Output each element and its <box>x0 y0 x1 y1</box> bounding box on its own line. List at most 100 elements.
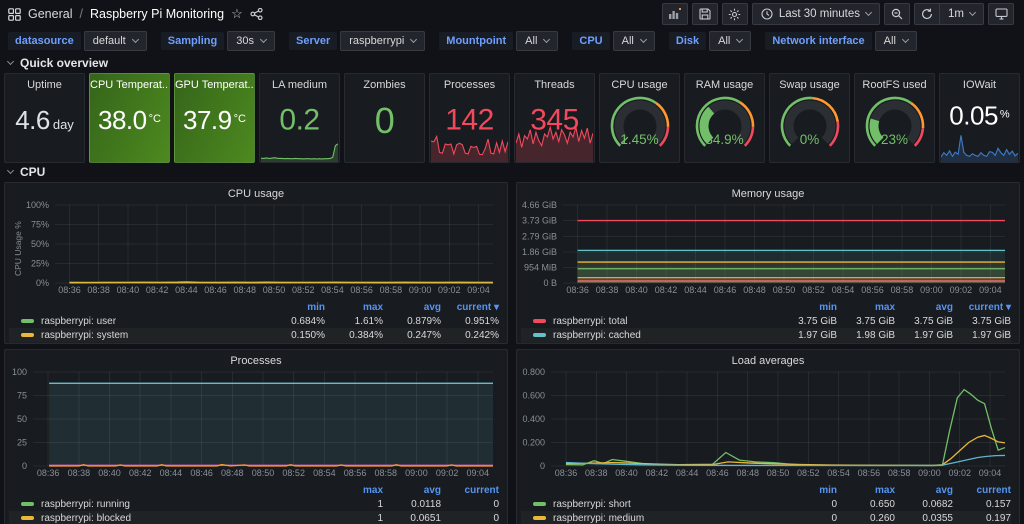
svg-text:08:58: 08:58 <box>374 468 397 478</box>
legend-header-avg[interactable]: avg <box>383 302 441 313</box>
svg-text:08:38: 08:38 <box>596 285 619 295</box>
svg-text:08:44: 08:44 <box>175 285 198 295</box>
panel-title[interactable]: CPU Temperat... <box>90 74 169 91</box>
zoom-out-time-button[interactable] <box>884 3 910 25</box>
kiosk-mode-button[interactable] <box>988 3 1014 25</box>
panel-iowait: IOWait 0.05% <box>939 73 1020 163</box>
panel-title[interactable]: Processes <box>5 350 507 367</box>
legend-header-max[interactable]: max <box>837 302 895 313</box>
time-range-picker[interactable]: Last 30 minutes <box>752 3 880 25</box>
row-header-cpu[interactable]: CPU <box>0 164 1024 180</box>
variable-network-interface: Network interface All <box>765 31 917 51</box>
legend: maxavgcurrent raspberrypi: running10.0118… <box>5 484 507 524</box>
svg-text:08:44: 08:44 <box>684 285 707 295</box>
legend-stat-value: 1 <box>325 499 383 510</box>
legend-header-current[interactable]: current <box>953 485 1011 496</box>
legend-header-current[interactable]: current ▾ <box>441 302 499 313</box>
dashboard-settings-button[interactable] <box>722 3 748 25</box>
variable-value-dropdown[interactable]: All <box>516 31 558 51</box>
variable-value-dropdown[interactable]: All <box>709 31 751 51</box>
time-series-chart[interactable]: 025507510008:3608:3808:4008:4208:4408:46… <box>5 367 501 479</box>
panel-title[interactable]: RAM usage <box>685 74 764 91</box>
sparkline <box>941 132 1018 162</box>
panel-title[interactable]: Zombies <box>345 74 424 91</box>
panel-zombies: Zombies 0 <box>344 73 425 163</box>
legend-series-name[interactable]: raspberrypi: cached <box>521 330 779 341</box>
legend: minmaxavgcurrent ▾raspberrypi: total3.75… <box>517 301 1019 344</box>
legend-stat-value: 0.0682 <box>895 499 953 510</box>
dashboard-title[interactable]: Raspberry Pi Monitoring <box>90 7 224 21</box>
add-panel-button[interactable] <box>662 3 688 25</box>
svg-text:08:40: 08:40 <box>625 285 648 295</box>
panel-title[interactable]: Threads <box>515 74 594 91</box>
variable-value-dropdown[interactable]: default <box>84 31 147 51</box>
legend-series-name[interactable]: raspberrypi: running <box>9 499 325 510</box>
legend-header-min[interactable]: min <box>267 302 325 313</box>
svg-text:08:56: 08:56 <box>344 468 367 478</box>
legend-stat-value: 0 <box>441 499 499 510</box>
refresh-button[interactable] <box>914 3 940 25</box>
variable-value: All <box>525 35 537 47</box>
legend-stat-value: 0.0118 <box>383 499 441 510</box>
svg-text:100%: 100% <box>26 200 49 210</box>
panel-title[interactable]: Memory usage <box>517 183 1019 200</box>
svg-text:25%: 25% <box>31 259 49 269</box>
chart-area[interactable]: 025507510008:3608:3808:4008:4208:4408:46… <box>5 367 507 484</box>
share-icon[interactable] <box>250 8 263 20</box>
chart-area[interactable]: CPU Usage % 0%25%50%75%100%08:3608:3808:… <box>5 200 507 301</box>
svg-text:08:52: 08:52 <box>282 468 305 478</box>
legend-header-max[interactable]: max <box>837 485 895 496</box>
panel-title[interactable]: RootFS used <box>855 74 934 91</box>
svg-text:08:46: 08:46 <box>190 468 213 478</box>
legend-row: raspberrypi: system0.150%0.384%0.247%0.2… <box>9 328 499 342</box>
legend-header-min[interactable]: min <box>779 302 837 313</box>
legend-series-name[interactable]: raspberrypi: short <box>521 499 779 510</box>
stat-value: 37.9°C <box>175 107 254 133</box>
row-header-quick-overview[interactable]: Quick overview <box>0 55 1024 71</box>
panel-title[interactable]: Swap usage <box>770 74 849 91</box>
breadcrumb-folder[interactable]: General <box>28 7 72 21</box>
legend-header-avg[interactable]: avg <box>895 485 953 496</box>
legend-series-label: raspberrypi: cached <box>553 330 641 341</box>
legend-stat-value: 0.260 <box>837 513 895 524</box>
panel-title[interactable]: Load averages <box>517 350 1019 367</box>
panel-title[interactable]: IOWait <box>940 74 1019 91</box>
legend-header-current[interactable]: current ▾ <box>953 302 1011 313</box>
time-series-chart[interactable]: 0%25%50%75%100%08:3608:3808:4008:4208:44… <box>5 200 501 296</box>
panel-title[interactable]: LA medium <box>260 74 339 91</box>
legend-header-avg[interactable]: avg <box>895 302 953 313</box>
chart-area[interactable]: 0 B954 MiB1.86 GiB2.79 GiB3.73 GiB4.66 G… <box>517 200 1019 301</box>
legend-header-avg[interactable]: avg <box>383 485 441 496</box>
legend-series-name[interactable]: raspberrypi: medium <box>521 513 779 524</box>
variable-value-dropdown[interactable]: raspberrypi <box>340 31 425 51</box>
panel-title[interactable]: CPU usage <box>600 74 679 91</box>
legend-stat-value: 0 <box>779 513 837 524</box>
dashboards-grid-icon[interactable] <box>8 8 21 21</box>
svg-text:08:52: 08:52 <box>797 468 820 478</box>
legend-series-name[interactable]: raspberrypi: blocked <box>9 513 325 524</box>
panel-cpu-usage-chart: CPU usage CPU Usage % 0%25%50%75%100%08:… <box>4 182 508 344</box>
panel-title[interactable]: GPU Temperat... <box>175 74 254 91</box>
variable-value-dropdown[interactable]: All <box>613 31 655 51</box>
time-series-chart[interactable]: 00.2000.4000.6000.80008:3608:3808:4008:4… <box>517 367 1013 479</box>
sparkline <box>261 132 338 162</box>
save-dashboard-button[interactable] <box>692 3 718 25</box>
panel-title[interactable]: CPU usage <box>5 183 507 200</box>
variable-label: Mountpoint <box>439 32 513 50</box>
legend-series-name[interactable]: raspberrypi: system <box>9 330 267 341</box>
legend-header-min[interactable]: min <box>779 485 837 496</box>
legend-series-name[interactable]: raspberrypi: total <box>521 316 779 327</box>
panel-title[interactable]: Uptime <box>5 74 84 91</box>
panel-title[interactable]: Processes <box>430 74 509 91</box>
refresh-interval-dropdown[interactable]: 1m <box>940 3 984 25</box>
legend-series-name[interactable]: raspberrypi: user <box>9 316 267 327</box>
legend-header-max[interactable]: max <box>325 485 383 496</box>
legend-row: raspberrypi: blocked10.06510 <box>9 511 499 524</box>
legend-header-max[interactable]: max <box>325 302 383 313</box>
chart-area[interactable]: 00.2000.4000.6000.80008:3608:3808:4008:4… <box>517 367 1019 484</box>
star-icon[interactable]: ☆ <box>231 6 243 22</box>
variable-value-dropdown[interactable]: 30s <box>227 31 275 51</box>
time-series-chart[interactable]: 0 B954 MiB1.86 GiB2.79 GiB3.73 GiB4.66 G… <box>517 200 1013 296</box>
variable-value-dropdown[interactable]: All <box>875 31 917 51</box>
legend-header-current[interactable]: current <box>441 485 499 496</box>
